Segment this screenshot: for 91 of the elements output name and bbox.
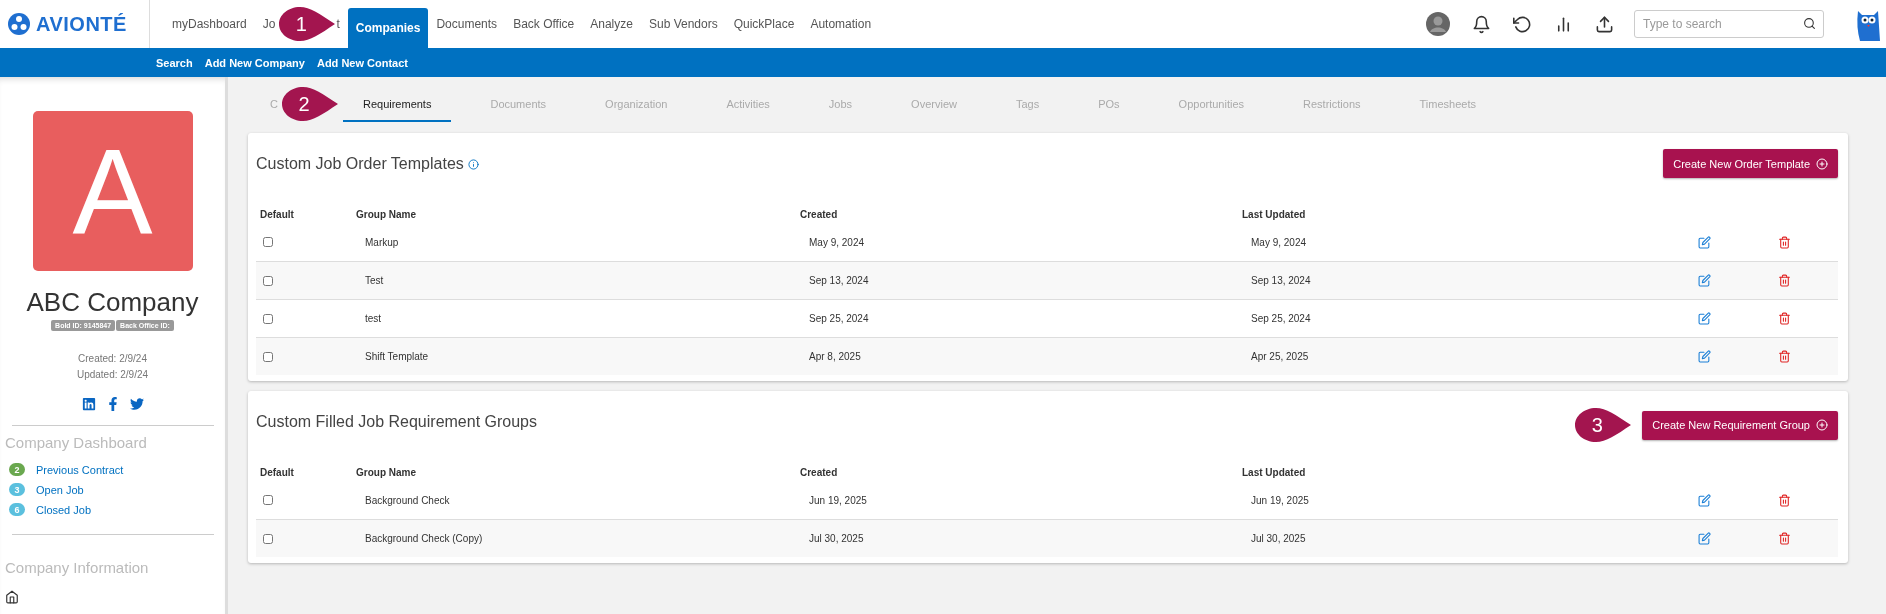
edit-icon[interactable] <box>1698 274 1711 287</box>
nav-tab[interactable]: QuickPlace <box>725 0 803 48</box>
updated-cell-text: May 9, 2024 <box>1250 236 1308 248</box>
trash-icon[interactable] <box>1778 532 1791 545</box>
search-field[interactable]: Type to search <box>1634 10 1824 38</box>
created-cell-text: Jun 19, 2025 <box>808 494 868 506</box>
created-cell-text: Sep 25, 2024 <box>808 313 870 324</box>
column-header: Created <box>800 466 839 478</box>
nav-tab[interactable]: Companies <box>347 8 429 48</box>
edit-icon[interactable] <box>1698 235 1711 249</box>
updated-cell-text: Jun 19, 2025 <box>1250 494 1310 506</box>
edit-icon[interactable] <box>1698 493 1711 507</box>
column-header: Default <box>260 466 295 478</box>
section-title: Custom Filled Job Requirement Groups <box>256 413 537 431</box>
info-icon[interactable] <box>467 158 479 170</box>
count-badge: 6 <box>9 503 25 516</box>
column-header: Default <box>260 208 295 220</box>
trash-icon[interactable] <box>1778 350 1791 363</box>
history-icon[interactable] <box>1513 14 1532 34</box>
default-checkbox[interactable] <box>263 275 273 286</box>
default-checkbox[interactable] <box>263 495 273 505</box>
created-cell-text: Apr 8, 2025 <box>808 351 862 362</box>
default-checkbox[interactable] <box>263 351 273 362</box>
default-checkbox[interactable] <box>263 237 273 247</box>
updated-cell-text: Jul 30, 2025 <box>1250 533 1307 544</box>
callout-marker: 2 <box>280 86 339 122</box>
home-icon <box>5 590 19 604</box>
created-cell-text: Jul 30, 2025 <box>808 533 865 544</box>
column-header: Group Name <box>356 466 417 478</box>
create-button[interactable]: Create New Requirement Group <box>1642 410 1838 440</box>
nav-tab[interactable]: Sub Vendors <box>640 0 726 48</box>
updated-date: Updated: 2/9/24 <box>76 368 149 382</box>
subnav-link[interactable]: Search <box>156 56 193 69</box>
company-name: ABC Company <box>26 287 199 318</box>
group-name-cell-text: Background Check (Copy) <box>364 533 484 544</box>
twitter-icon[interactable] <box>129 397 144 411</box>
create-button[interactable]: Create New Order Template <box>1663 149 1838 178</box>
section-heading: Company Dashboard <box>4 434 148 451</box>
bell-icon[interactable] <box>1472 14 1491 34</box>
group-name-cell-text: Test <box>364 275 385 286</box>
plus-circle-icon <box>1816 157 1828 170</box>
created-cell-text: Sep 13, 2024 <box>808 275 870 286</box>
nav-tab[interactable]: Analyze <box>582 0 641 48</box>
column-header: Last Updated <box>1242 208 1307 220</box>
nav-tab[interactable]: Documents <box>428 0 506 48</box>
company-initial-tile: A <box>32 111 193 271</box>
trash-icon[interactable] <box>1778 235 1791 249</box>
logo-icon <box>8 13 30 35</box>
nav-tab[interactable]: Automation <box>802 0 880 48</box>
edit-icon[interactable] <box>1698 350 1711 363</box>
updated-cell-text: Apr 25, 2025 <box>1250 351 1310 362</box>
subnav-link[interactable]: Add New Company <box>204 56 305 69</box>
updated-cell-text: Sep 13, 2024 <box>1250 275 1312 286</box>
section-title: Custom Job Order Templates <box>256 155 464 173</box>
created-cell-text: May 9, 2024 <box>808 236 866 248</box>
nav-tab[interactable]: Back Office <box>505 0 583 48</box>
callout-marker: 1 <box>278 6 337 42</box>
dashboard-link[interactable]: Open Job <box>36 483 84 496</box>
group-name-cell-text: Markup <box>364 236 400 248</box>
column-header: Group Name <box>356 208 417 220</box>
updated-cell-text: Sep 25, 2024 <box>1250 313 1312 324</box>
trash-icon[interactable] <box>1778 312 1791 325</box>
linkedin-icon[interactable] <box>81 397 96 411</box>
section-heading: Company Information <box>4 559 150 576</box>
search-icon[interactable] <box>1803 17 1816 30</box>
avatar-icon[interactable] <box>1426 12 1450 36</box>
group-name-cell-text: test <box>364 313 383 324</box>
nav-tab[interactable]: myDashboard <box>164 0 255 48</box>
column-header: Created <box>800 208 839 220</box>
count-badge: 3 <box>9 483 25 496</box>
column-header: Last Updated <box>1242 466 1307 478</box>
page-tab[interactable]: Requirements <box>342 88 452 122</box>
group-name-cell-text: Background Check <box>364 494 451 506</box>
upload-icon[interactable] <box>1595 14 1614 34</box>
subnav-link[interactable]: Add New Contact <box>316 56 408 69</box>
plus-circle-icon <box>1816 419 1828 431</box>
edit-icon[interactable] <box>1698 532 1711 545</box>
trash-icon[interactable] <box>1778 274 1791 287</box>
count-badge: 2 <box>9 463 25 476</box>
callout-marker: 3 <box>1574 407 1633 443</box>
page-tab[interactable]: C 2 <box>266 88 339 122</box>
nav-tab[interactable]: Jo 1 t <box>254 0 348 48</box>
default-checkbox[interactable] <box>263 313 273 324</box>
group-name-cell-text: Shift Template <box>364 351 430 362</box>
dashboard-link[interactable]: Closed Job <box>36 503 92 516</box>
brand-name: AVIONTÉ <box>36 12 127 36</box>
dashboard-link[interactable]: Previous Contract <box>36 463 124 476</box>
trash-icon[interactable] <box>1778 493 1791 507</box>
created-date: Created: 2/9/24 <box>77 352 148 366</box>
edit-icon[interactable] <box>1698 312 1711 325</box>
default-checkbox[interactable] <box>263 533 273 544</box>
